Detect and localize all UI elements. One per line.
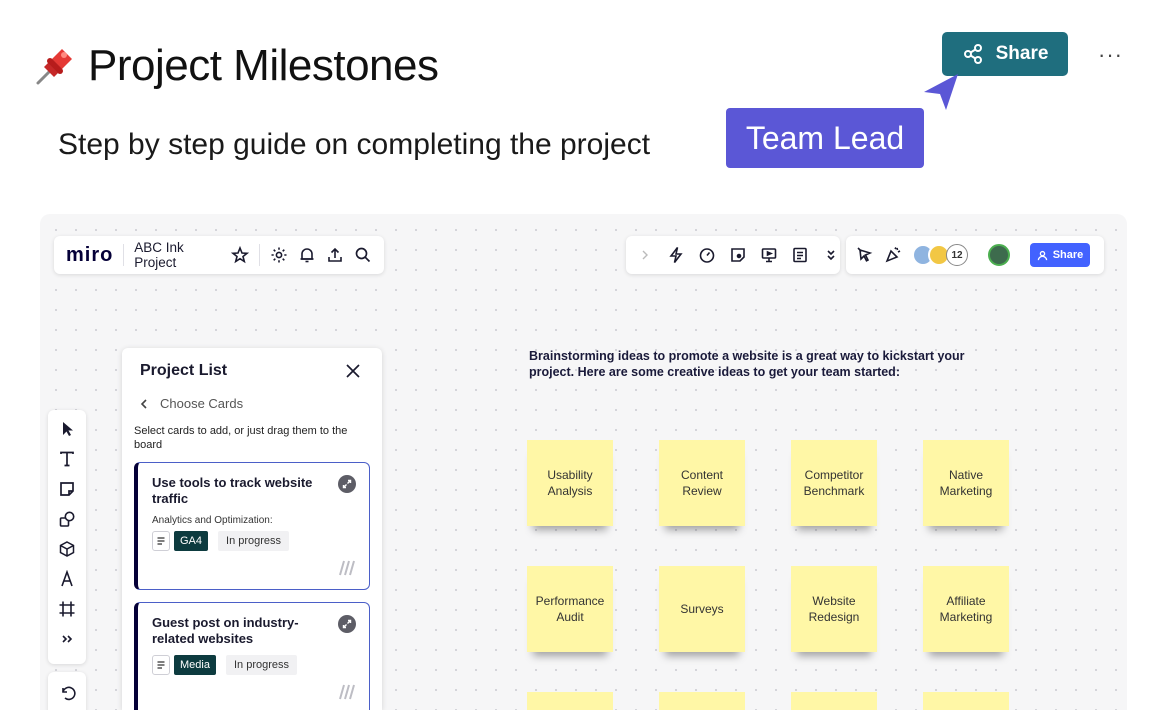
miro-logo[interactable]: miro — [66, 244, 113, 267]
sticky-note[interactable]: Performance Audit — [527, 566, 613, 652]
creation-toolbar — [48, 410, 86, 664]
share-button-label: Share — [995, 43, 1049, 64]
share-icon — [963, 44, 982, 64]
back-label: Choose Cards — [160, 396, 244, 411]
present-icon[interactable] — [760, 246, 778, 264]
board-name[interactable]: ABC Ink Project — [134, 240, 221, 270]
task-card-title: Guest post on industry-related websites — [152, 615, 299, 646]
cursor-arrow-icon — [924, 74, 958, 110]
celebrate-icon[interactable] — [884, 246, 902, 264]
shapes-icon[interactable] — [58, 510, 76, 528]
choose-cards-back-button[interactable]: Choose Cards — [138, 396, 243, 411]
task-card-title: Use tools to track website traffic — [152, 475, 313, 506]
doc-icon — [152, 655, 170, 675]
status-badge: In progress — [225, 655, 297, 675]
task-card[interactable]: Use tools to track website traffic Analy… — [134, 462, 370, 590]
pen-icon[interactable] — [58, 570, 76, 588]
collaborator-cursor-label: Team Lead — [726, 108, 924, 168]
task-tag: Media — [174, 655, 216, 675]
collaborator-avatars[interactable]: 12 — [912, 244, 968, 266]
task-card-tags: GA4 In progress — [152, 531, 290, 551]
select-icon[interactable] — [58, 420, 76, 438]
undo-icon[interactable] — [58, 684, 76, 702]
divider — [123, 244, 125, 266]
sticky-note[interactable]: Website Redesign — [791, 566, 877, 652]
more-tools-icon[interactable] — [58, 630, 76, 648]
sticky-note-partial[interactable] — [791, 692, 877, 710]
page-title-row: Project Milestones — [32, 38, 439, 94]
notes-icon[interactable] — [791, 246, 809, 264]
upload-icon[interactable] — [326, 246, 344, 264]
more-options-button[interactable]: ··· — [1098, 42, 1123, 68]
sticky-note[interactable]: Content Review — [659, 440, 745, 526]
board-toolbar-left: miro ABC Ink Project — [54, 236, 384, 274]
chevron-right-icon[interactable] — [636, 246, 654, 264]
page-subtitle: Step by step guide on completing the pro… — [58, 128, 651, 161]
user-icon — [1037, 250, 1047, 260]
divider — [259, 244, 260, 266]
sticky-note[interactable]: Surveys — [659, 566, 745, 652]
board-share-button[interactable]: Share — [1030, 243, 1090, 267]
pushpin-icon — [36, 49, 72, 85]
timer-icon[interactable] — [698, 246, 716, 264]
board-share-label: Share — [1052, 249, 1084, 261]
board-intro-text[interactable]: Brainstorming ideas to promote a website… — [529, 348, 979, 380]
avatar[interactable] — [988, 244, 1010, 266]
task-card-category: Analytics and Optimization: — [152, 515, 273, 526]
task-card[interactable]: Guest post on industry-related websites … — [134, 602, 370, 710]
gear-icon[interactable] — [270, 246, 288, 264]
chevron-double-down-icon[interactable] — [822, 246, 840, 264]
chevron-left-icon — [140, 398, 147, 409]
panel-title: Project List — [140, 362, 228, 379]
integration-logo-icon — [339, 560, 355, 576]
sticky-note-partial[interactable] — [923, 692, 1009, 710]
board-toolbar-share: 12 Share — [846, 236, 1104, 274]
expand-icon[interactable] — [338, 475, 356, 493]
expand-icon[interactable] — [338, 615, 356, 633]
board-toolbar-collab — [626, 236, 840, 274]
lightning-icon[interactable] — [667, 246, 685, 264]
task-card-tags: Media In progress — [152, 655, 297, 675]
close-icon[interactable] — [344, 362, 362, 380]
avatar-count-badge[interactable]: 12 — [946, 244, 968, 266]
panel-hint: Select cards to add, or just drag them t… — [134, 425, 348, 451]
project-list-panel: Project List Choose Cards Select cards t… — [122, 348, 382, 710]
sticky-note[interactable]: Affiliate Marketing — [923, 566, 1009, 652]
sticky-note-partial[interactable] — [659, 692, 745, 710]
text-icon[interactable] — [58, 450, 76, 468]
sticky-note-icon[interactable] — [58, 480, 76, 498]
page-title: Project Milestones — [88, 41, 439, 90]
status-badge: In progress — [218, 531, 290, 551]
doc-icon — [152, 531, 170, 551]
cube-icon[interactable] — [58, 540, 76, 558]
integration-logo-icon — [339, 684, 355, 700]
board-canvas[interactable]: miro ABC Ink Project 12 Share Project Li… — [40, 214, 1127, 710]
bell-icon[interactable] — [298, 246, 316, 264]
frame-icon[interactable] — [58, 600, 76, 618]
search-icon[interactable] — [354, 246, 372, 264]
sticky-note[interactable]: Native Marketing — [923, 440, 1009, 526]
undo-toolbar — [48, 672, 86, 710]
pointer-icon[interactable] — [856, 246, 874, 264]
sticky-note[interactable]: Competitor Benchmark — [791, 440, 877, 526]
sticky-note-partial[interactable] — [527, 692, 613, 710]
sticky-add-icon[interactable] — [729, 246, 747, 264]
star-icon[interactable] — [231, 246, 250, 264]
task-tag: GA4 — [174, 531, 209, 551]
sticky-note[interactable]: Usability Analysis — [527, 440, 613, 526]
